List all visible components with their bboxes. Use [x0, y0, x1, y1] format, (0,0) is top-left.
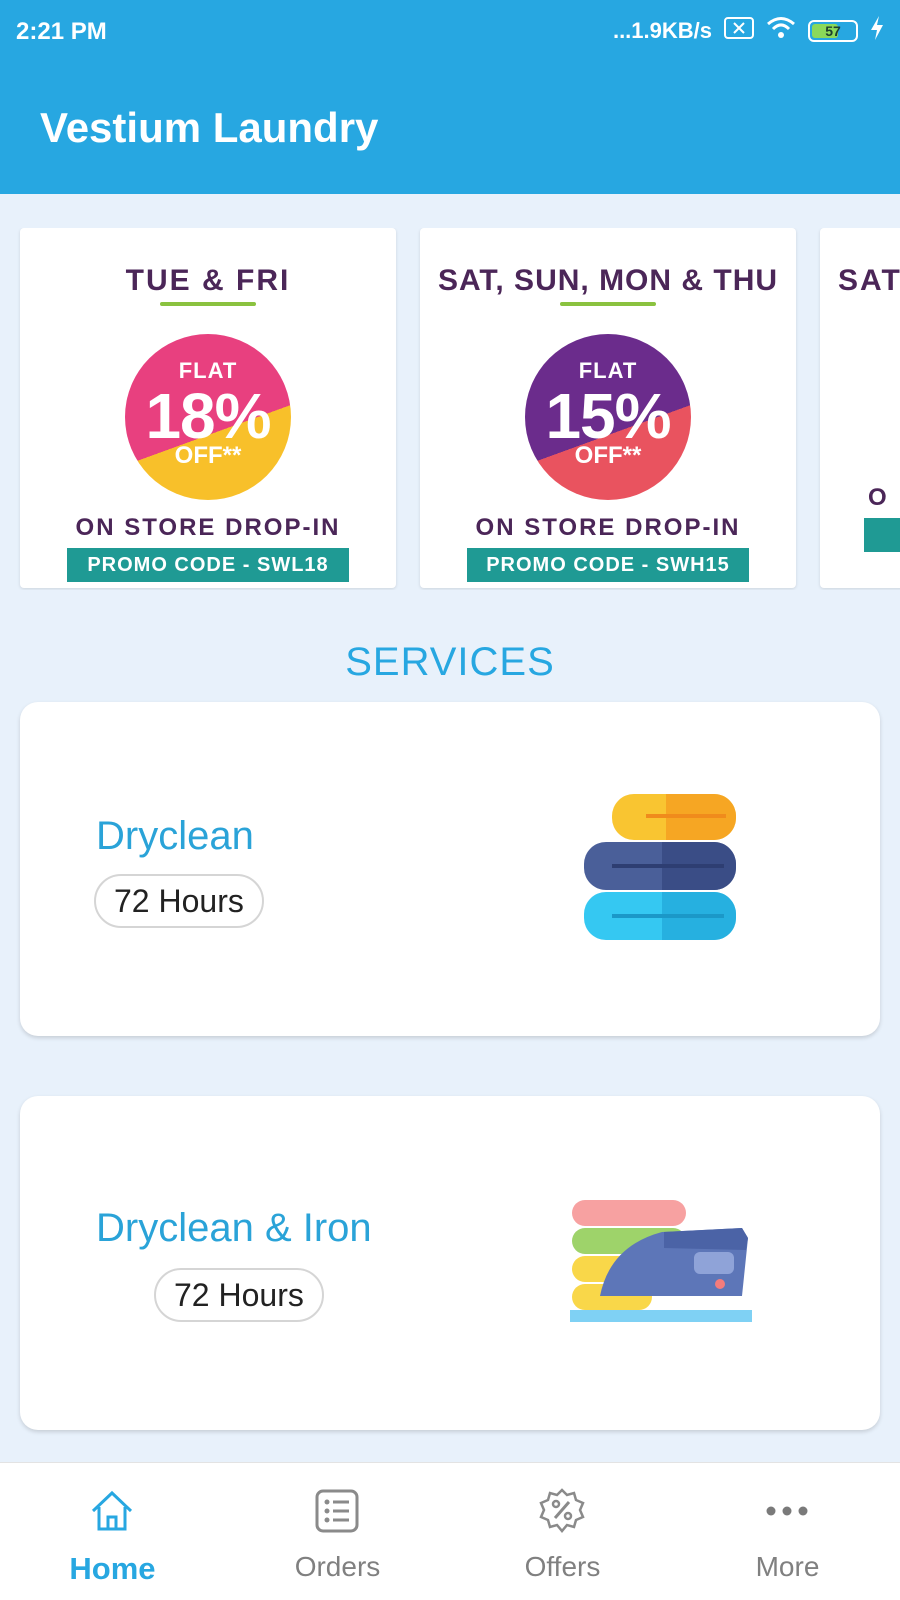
wifi-icon — [766, 16, 796, 46]
status-indicators: ...1.9KB/s 57 — [613, 16, 884, 46]
promo-code: PROMO CODE - SWL18 — [67, 548, 349, 582]
battery-level: 57 — [825, 23, 841, 39]
promo-days: SAT, SUN, MON & THU — [437, 264, 779, 297]
promo-drop-in: O — [868, 484, 889, 511]
turnaround-badge: 72 Hours — [154, 1268, 324, 1322]
promo-underline — [160, 302, 256, 306]
charging-icon — [870, 16, 884, 46]
battery-icon: 57 — [808, 20, 858, 42]
promo-card-partial[interactable]: SAT O — [820, 228, 900, 588]
app-title: Vestium Laundry — [40, 104, 379, 151]
nav-label: Offers — [524, 1551, 601, 1582]
promo-card[interactable]: TUE & FRI FLAT 18% OFF** ON STORE DROP-I… — [20, 228, 396, 588]
network-speed: ...1.9KB/s — [612, 18, 712, 43]
sim-off-icon — [724, 17, 754, 45]
status-bar: 2:21 PM ...1.9KB/s 57 — [0, 0, 900, 62]
promo-carousel[interactable]: TUE & FRI FLAT 18% OFF** ON STORE DROP-I… — [0, 228, 900, 590]
promo-percent: 18% — [145, 380, 271, 452]
promo-days: TUE & FRI — [125, 264, 291, 297]
app-bar: 2:21 PM ...1.9KB/s 57 Vestium Laundry — [0, 0, 900, 194]
nav-home[interactable]: Home — [0, 1463, 225, 1600]
service-name: Dryclean & Iron — [96, 1206, 372, 1250]
nav-offers[interactable]: Offers — [450, 1463, 675, 1600]
nav-label: Orders — [294, 1551, 381, 1582]
iron-and-clothes-icon — [566, 1198, 756, 1331]
services-heading: SERVICES — [345, 640, 555, 684]
nav-more[interactable]: More — [675, 1463, 900, 1600]
status-time: 2:21 PM — [16, 18, 107, 45]
service-name: Dryclean — [96, 814, 254, 858]
promo-drop-in: ON STORE DROP-IN — [475, 514, 741, 541]
discount-badge: FLAT 18% OFF** — [125, 334, 291, 500]
promo-code: PROMO CODE - SWH15 — [467, 548, 749, 582]
promo-drop-in: ON STORE DROP-IN — [75, 514, 341, 541]
nav-orders[interactable]: Orders — [225, 1463, 450, 1600]
promo-code-strip — [864, 518, 900, 552]
promo-days: SAT — [838, 264, 900, 297]
promo-card[interactable]: SAT, SUN, MON & THU FLAT 15% OFF** ON ST… — [420, 228, 796, 588]
folded-towels-icon — [582, 792, 742, 949]
promo-underline — [560, 302, 656, 306]
discount-badge: FLAT 15% OFF** — [525, 334, 691, 500]
service-card-dryclean-iron[interactable]: Dryclean & Iron 72 Hours — [20, 1096, 880, 1430]
promo-percent: 15% — [545, 380, 671, 452]
nav-label: More — [755, 1551, 820, 1582]
service-card-dryclean[interactable]: Dryclean 72 Hours — [20, 702, 880, 1036]
nav-label: Home — [69, 1551, 156, 1586]
bottom-navigation: Home Orders Offers More — [0, 1462, 900, 1600]
turnaround-badge: 72 Hours — [94, 874, 264, 928]
